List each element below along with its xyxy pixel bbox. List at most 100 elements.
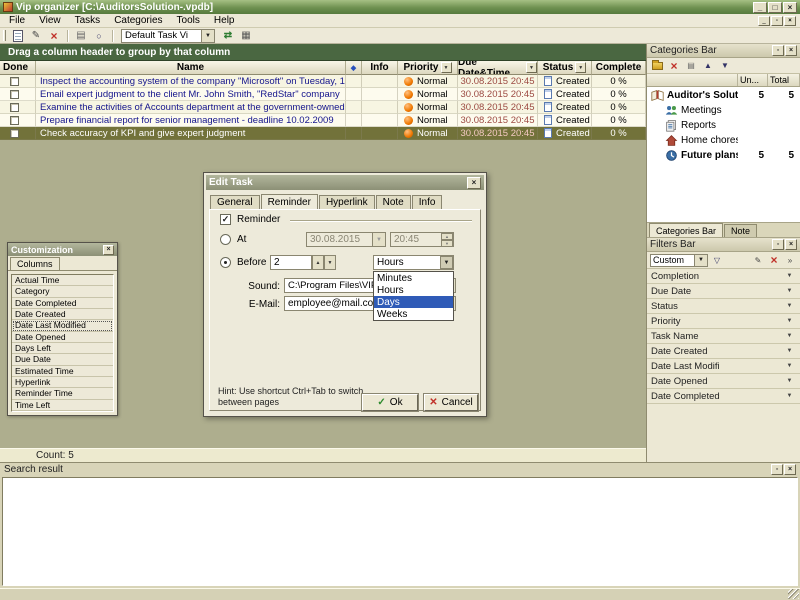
header-info[interactable]: Info xyxy=(362,61,398,75)
chevron-down-icon[interactable] xyxy=(783,375,796,388)
tree-item-home-chores[interactable]: Home chores xyxy=(647,133,800,148)
customization-titlebar[interactable]: Customization xyxy=(8,243,117,256)
due-filter-button[interactable] xyxy=(526,62,537,73)
mdi-minimize-button[interactable] xyxy=(758,16,770,26)
tree-item-future-plans[interactable]: Future plans 5 5 xyxy=(647,148,800,163)
search-float-button[interactable] xyxy=(771,464,783,475)
at-date-combo[interactable]: 30.08.2015 xyxy=(306,232,386,247)
refresh-icon[interactable] xyxy=(220,29,236,43)
delete-task-icon[interactable] xyxy=(46,29,62,43)
chevron-down-icon[interactable] xyxy=(440,256,453,269)
table-row[interactable]: Examine the activities of Accounts depar… xyxy=(0,101,646,114)
tree-item-reports[interactable]: Reports xyxy=(647,118,800,133)
column-item[interactable]: Date Completed xyxy=(12,298,113,309)
task-checkbox[interactable] xyxy=(10,77,19,86)
chevron-down-icon[interactable] xyxy=(783,315,796,328)
minimize-button[interactable] xyxy=(753,2,767,13)
tab-hyperlink[interactable]: Hyperlink xyxy=(319,195,375,209)
table-row[interactable]: Inspect the accounting system of the com… xyxy=(0,75,646,88)
filter-preset-combo[interactable]: Custom xyxy=(650,254,708,267)
new-category-icon[interactable] xyxy=(650,59,664,72)
category-properties-icon[interactable] xyxy=(684,59,698,72)
view-grid-icon[interactable] xyxy=(238,29,254,43)
column-item[interactable]: Estimated Time xyxy=(12,366,113,377)
before-radio[interactable] xyxy=(220,257,231,268)
dialog-close-button[interactable] xyxy=(467,177,481,189)
move-up-icon[interactable] xyxy=(701,59,715,72)
tab-columns[interactable]: Columns xyxy=(10,257,60,270)
unit-option-hours[interactable]: Hours xyxy=(374,284,453,296)
unit-option-days[interactable]: Days xyxy=(374,296,453,308)
delete-filter-icon[interactable] xyxy=(767,254,781,267)
filter-field-date-completed[interactable]: Date Completed xyxy=(647,389,800,404)
before-value-input[interactable]: 2 xyxy=(270,255,312,270)
status-filter-button[interactable] xyxy=(575,62,586,73)
spin-up-button[interactable] xyxy=(312,255,324,270)
at-radio[interactable] xyxy=(220,234,231,245)
unit-option-weeks[interactable]: Weeks xyxy=(374,308,453,320)
filter-field-due-date[interactable]: Due Date xyxy=(647,284,800,299)
table-row-selected[interactable]: Check accuracy of KPI and give expert ju… xyxy=(0,127,646,140)
column-item[interactable]: Actual Time xyxy=(12,275,113,286)
mdi-close-button[interactable] xyxy=(784,16,796,26)
chevron-down-icon[interactable] xyxy=(783,300,796,313)
edit-filter-icon[interactable] xyxy=(751,254,765,267)
spin-down-button[interactable] xyxy=(324,255,336,270)
column-item[interactable]: Category xyxy=(12,286,113,297)
header-attachment[interactable] xyxy=(346,61,362,75)
tab-general[interactable]: General xyxy=(210,195,260,209)
tab-categories-bar[interactable]: Categories Bar xyxy=(649,223,723,237)
chevron-down-icon[interactable] xyxy=(783,285,796,298)
filter-field-date-opened[interactable]: Date Opened xyxy=(647,374,800,389)
column-item[interactable]: Date Created xyxy=(12,309,113,320)
table-row[interactable]: Prepare financial report for senior mana… xyxy=(0,114,646,127)
chevron-down-icon[interactable] xyxy=(372,233,385,246)
unit-combo[interactable]: Hours xyxy=(373,255,454,270)
chevron-down-icon[interactable] xyxy=(783,360,796,373)
column-item[interactable]: Due Date xyxy=(12,354,113,365)
menu-file[interactable]: File xyxy=(2,14,32,27)
chevron-down-icon[interactable] xyxy=(201,30,214,42)
column-item[interactable]: Reminder Time xyxy=(12,388,113,399)
task-checkbox[interactable] xyxy=(10,129,19,138)
spin-up-icon[interactable] xyxy=(441,233,453,240)
column-item[interactable]: Time Left xyxy=(12,400,113,411)
header-complete[interactable]: Complete xyxy=(592,61,646,75)
new-task-icon[interactable] xyxy=(10,29,26,43)
column-unread[interactable]: Un... xyxy=(738,74,768,86)
column-total[interactable]: Total xyxy=(768,74,800,86)
table-row[interactable]: Email expert judgment to the client Mr. … xyxy=(0,88,646,101)
chevron-down-icon[interactable] xyxy=(694,255,707,266)
filters-float-button[interactable] xyxy=(772,239,784,250)
menu-categories[interactable]: Categories xyxy=(107,14,169,27)
chevron-down-icon[interactable] xyxy=(783,390,796,403)
edit-task-icon[interactable] xyxy=(28,29,44,43)
header-priority[interactable]: Priority xyxy=(398,61,458,75)
unit-option-minutes[interactable]: Minutes xyxy=(374,272,453,284)
search-close-button[interactable] xyxy=(784,464,796,475)
reminder-checkbox[interactable] xyxy=(220,214,231,225)
chevron-down-icon[interactable] xyxy=(783,330,796,343)
apply-filter-icon[interactable] xyxy=(710,254,724,267)
column-item[interactable]: Date Opened xyxy=(12,332,113,343)
customization-close-button[interactable] xyxy=(103,245,114,255)
filter-field-date-last-modified[interactable]: Date Last Modifi xyxy=(647,359,800,374)
ok-button[interactable]: ✓ Ok xyxy=(362,394,418,411)
filter-field-date-created[interactable]: Date Created xyxy=(647,344,800,359)
tab-info[interactable]: Info xyxy=(412,195,443,209)
categories-close-button[interactable] xyxy=(785,45,797,56)
mdi-restore-button[interactable] xyxy=(771,16,783,26)
task-checkbox[interactable] xyxy=(10,116,19,125)
close-button[interactable] xyxy=(783,2,797,13)
chevron-down-icon[interactable] xyxy=(783,270,796,283)
filters-close-button[interactable] xyxy=(785,239,797,250)
column-item[interactable]: Days Left xyxy=(12,343,113,354)
cancel-button[interactable]: ✕ Cancel xyxy=(424,394,478,411)
priority-filter-button[interactable] xyxy=(441,62,452,73)
tab-reminder[interactable]: Reminder xyxy=(261,194,318,209)
chevron-down-icon[interactable] xyxy=(783,345,796,358)
filter-field-priority[interactable]: Priority xyxy=(647,314,800,329)
categories-float-button[interactable] xyxy=(772,45,784,56)
time-updown[interactable] xyxy=(441,233,453,246)
tab-note[interactable]: Note xyxy=(376,195,411,209)
